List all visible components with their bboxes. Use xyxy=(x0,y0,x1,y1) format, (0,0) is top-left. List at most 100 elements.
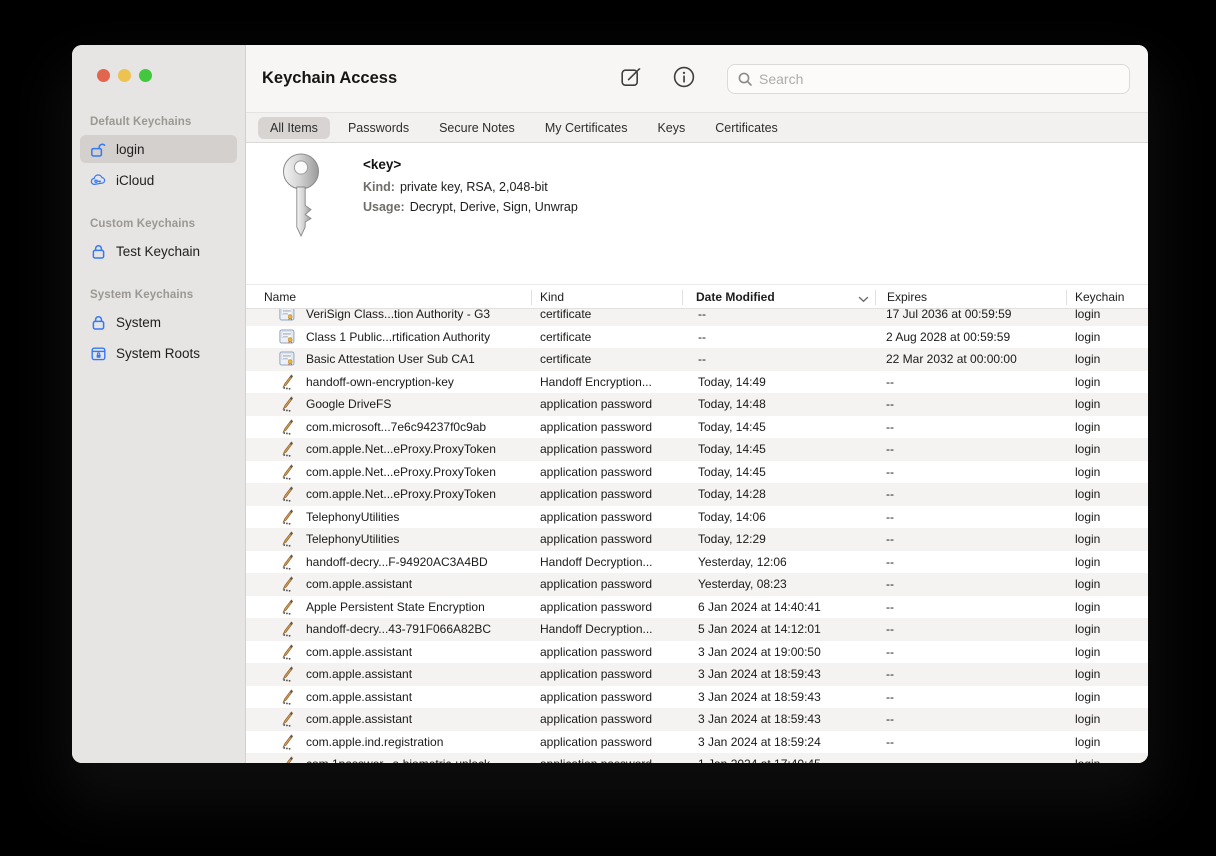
cell-kind: application password xyxy=(540,667,652,681)
cell-keychain: login xyxy=(1075,645,1100,659)
tab-certificates[interactable]: Certificates xyxy=(703,117,790,139)
item-usage-row: Usage:Decrypt, Derive, Sign, Unwrap xyxy=(363,200,578,214)
info-button[interactable] xyxy=(671,66,697,92)
new-item-button[interactable] xyxy=(618,66,644,92)
table-row[interactable]: Apple Persistent State Encryptionapplica… xyxy=(246,596,1148,619)
table-row[interactable]: handoff-own-encryption-keyHandoff Encryp… xyxy=(246,371,1148,394)
sidebar-sections: Default KeychainsloginiCloudCustom Keych… xyxy=(80,116,237,367)
table-row[interactable]: com.apple.ind.registration application pa… xyxy=(246,731,1148,754)
tab-keys[interactable]: Keys xyxy=(645,117,697,139)
cell-name: com.apple.assistant xyxy=(306,690,412,704)
column-header-date-modified[interactable]: Date Modified xyxy=(696,290,775,304)
password-icon xyxy=(279,711,295,727)
cell-keychain: login xyxy=(1075,397,1100,411)
cell-name: com.apple.ind.registration xyxy=(306,735,443,749)
cell-keychain: login xyxy=(1075,622,1100,636)
cell-date-modified: -- xyxy=(698,330,706,344)
table-row[interactable]: com.microsoft...7e6c94237f0c9ab applicati… xyxy=(246,416,1148,439)
column-header-kind[interactable]: Kind xyxy=(540,290,564,304)
cell-date-modified: 3 Jan 2024 at 18:59:43 xyxy=(698,712,821,726)
cell-expires: -- xyxy=(886,532,894,546)
table-row[interactable]: com.apple.Net...eProxy.ProxyTokenapplica… xyxy=(246,461,1148,484)
cell-name: TelephonyUtilities xyxy=(306,532,399,546)
table-row[interactable]: com.1passwor...s-biometric-unlockapplica… xyxy=(246,753,1148,763)
desktop-background: Default KeychainsloginiCloudCustom Keych… xyxy=(0,0,1216,856)
cell-date-modified: Today, 14:45 xyxy=(698,465,766,479)
cell-kind: application password xyxy=(540,442,652,456)
table-row[interactable]: handoff-decry...F-94920AC3A4BDHandoff De… xyxy=(246,551,1148,574)
table-row[interactable]: com.apple.assistantapplication password3… xyxy=(246,686,1148,709)
cell-expires: 22 Mar 2032 at 00:00:00 xyxy=(886,352,1017,366)
cell-date-modified: 3 Jan 2024 at 18:59:24 xyxy=(698,735,821,749)
cell-date-modified: 3 Jan 2024 at 18:59:43 xyxy=(698,690,821,704)
column-header-keychain[interactable]: Keychain xyxy=(1075,290,1124,304)
cloud-key-icon xyxy=(90,172,107,189)
sidebar-item-login[interactable]: login xyxy=(80,135,237,163)
column-header-expires[interactable]: Expires xyxy=(887,290,927,304)
cell-expires: -- xyxy=(886,375,894,389)
main-panel: Keychain Access xyxy=(246,45,1148,763)
sidebar-item-test-keychain[interactable]: Test Keychain xyxy=(80,237,237,265)
cell-name: Basic Attestation User Sub CA1 xyxy=(306,352,475,366)
table-row[interactable]: com.apple.assistantapplication passwordY… xyxy=(246,573,1148,596)
cell-date-modified: Today, 14:06 xyxy=(698,510,766,524)
cell-expires: 17 Jul 2036 at 00:59:59 xyxy=(886,309,1011,321)
cell-keychain: login xyxy=(1075,577,1100,591)
table-row[interactable]: TelephonyUtilities application password To… xyxy=(246,528,1148,551)
cell-date-modified: Today, 14:28 xyxy=(698,487,766,501)
sort-chevron-down-icon xyxy=(858,292,869,306)
tab-all-items[interactable]: All Items xyxy=(258,117,330,139)
cell-date-modified: 3 Jan 2024 at 18:59:43 xyxy=(698,667,821,681)
sidebar-item-system[interactable]: System xyxy=(80,308,237,336)
cell-kind: application password xyxy=(540,420,652,434)
cell-keychain: login xyxy=(1075,690,1100,704)
table-row[interactable]: com.apple.assistantapplication password3… xyxy=(246,641,1148,664)
cell-name: com.microsoft...7e6c94237f0c9ab xyxy=(306,420,486,434)
sidebar-section-label: Custom Keychains xyxy=(90,218,237,230)
tab-secure-notes[interactable]: Secure Notes xyxy=(427,117,527,139)
column-header-name[interactable]: Name xyxy=(264,290,296,304)
cell-name: VeriSign Class...tion Authority - G3 xyxy=(306,309,490,321)
certificate-icon xyxy=(279,329,295,345)
cell-name: TelephonyUtilities xyxy=(306,510,399,524)
sidebar-item-system-roots[interactable]: System Roots xyxy=(80,339,237,367)
table-row[interactable]: com.apple.assistantapplication password3… xyxy=(246,708,1148,731)
zoom-window-button[interactable] xyxy=(139,69,152,82)
cell-keychain: login xyxy=(1075,532,1100,546)
window-controls xyxy=(80,69,237,82)
table-row[interactable]: Class 1 Public...rtification Authorityce… xyxy=(246,326,1148,349)
cell-keychain: login xyxy=(1075,757,1100,763)
tab-passwords[interactable]: Passwords xyxy=(336,117,421,139)
table-row[interactable]: handoff-decry...43-791F066A82BCHandoff D… xyxy=(246,618,1148,641)
sidebar-item-icloud[interactable]: iCloud xyxy=(80,166,237,194)
close-window-button[interactable] xyxy=(97,69,110,82)
table-row[interactable]: VeriSign Class...tion Authority - G3cert… xyxy=(246,309,1148,326)
keychain-access-window: Default KeychainsloginiCloudCustom Keych… xyxy=(72,45,1148,763)
table-row[interactable]: TelephonyUtilitiesapplication passwordTo… xyxy=(246,506,1148,529)
tab-my-certificates[interactable]: My Certificates xyxy=(533,117,640,139)
table-row[interactable]: com.apple.assistantapplication password3… xyxy=(246,663,1148,686)
table-row[interactable]: Google DriveFSapplication passwordToday,… xyxy=(246,393,1148,416)
cell-keychain: login xyxy=(1075,375,1100,389)
window-title: Keychain Access xyxy=(262,69,397,88)
sidebar-item-label: Test Keychain xyxy=(116,244,200,259)
search-input[interactable] xyxy=(759,71,1120,87)
cell-expires: -- xyxy=(886,735,894,749)
cell-date-modified: Today, 12:29 xyxy=(698,532,766,546)
cell-name: handoff-decry...F-94920AC3A4BD xyxy=(306,555,488,569)
cell-expires: -- xyxy=(886,577,894,591)
usage-value: Decrypt, Derive, Sign, Unwrap xyxy=(410,200,578,214)
password-icon xyxy=(279,666,295,682)
cell-name: com.apple.Net...eProxy.ProxyToken xyxy=(306,442,496,456)
sidebar-item-label: iCloud xyxy=(116,173,154,188)
sidebar: Default KeychainsloginiCloudCustom Keych… xyxy=(72,45,246,763)
cell-kind: application password xyxy=(540,735,652,749)
table-row[interactable]: Basic Attestation User Sub CA1certificat… xyxy=(246,348,1148,371)
cell-kind: application password xyxy=(540,397,652,411)
table-row[interactable]: com.apple.Net...eProxy.ProxyTokenapplica… xyxy=(246,483,1148,506)
minimize-window-button[interactable] xyxy=(118,69,131,82)
cell-expires: -- xyxy=(886,465,894,479)
table-row[interactable]: com.apple.Net...eProxy.ProxyToken applica… xyxy=(246,438,1148,461)
password-icon xyxy=(279,396,295,412)
cell-kind: application password xyxy=(540,532,652,546)
